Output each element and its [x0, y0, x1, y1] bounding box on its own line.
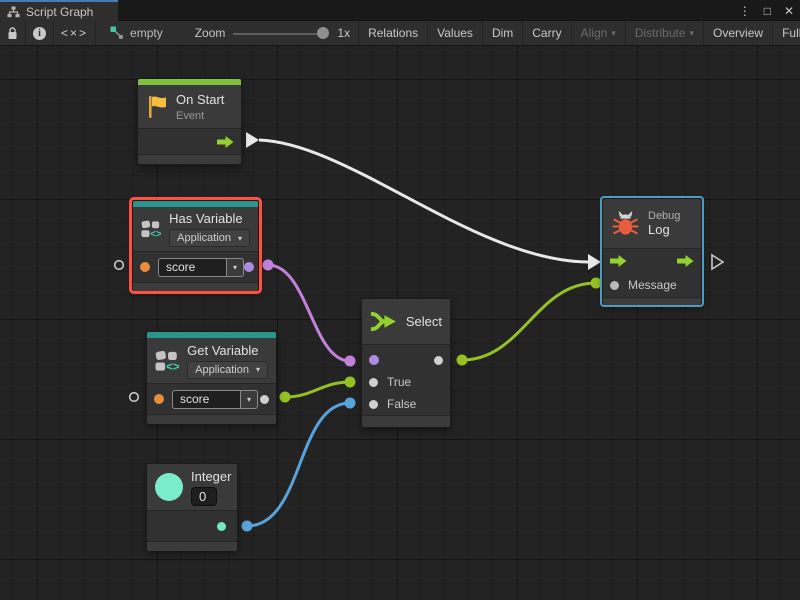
false-port-label: False	[387, 397, 416, 411]
node-on-start[interactable]: On Start Event	[137, 78, 242, 165]
flow-input-port[interactable]	[610, 255, 627, 267]
variable-name-dropdown-button[interactable]: ▾	[226, 258, 244, 277]
flow-output-port[interactable]	[677, 255, 694, 267]
node-title: Has Variable	[169, 211, 250, 226]
tab-script-graph[interactable]: Script Graph	[0, 0, 118, 21]
select-icon	[370, 309, 398, 334]
integer-output-port[interactable]	[217, 522, 226, 531]
selection-status-text: empty	[130, 26, 163, 40]
chevron-down-icon: ▾	[238, 234, 242, 243]
zoom-slider-track	[233, 33, 329, 35]
svg-text:<>: <>	[150, 229, 161, 240]
chevron-down-icon: ▾	[690, 28, 695, 39]
variable-scope-dropdown[interactable]: Application ▾	[169, 229, 250, 247]
node-select[interactable]: Select True False	[361, 298, 451, 427]
bool-output-port[interactable]	[244, 262, 254, 272]
true-input-port[interactable]	[369, 378, 378, 387]
node-footer	[147, 541, 237, 551]
node-integer[interactable]: Integer 0	[146, 463, 238, 550]
node-title: Integer	[191, 469, 231, 484]
false-input-port[interactable]	[369, 400, 378, 409]
values-button[interactable]: Values	[427, 21, 482, 45]
align-dropdown-button[interactable]: Align▾	[571, 21, 625, 45]
dim-button[interactable]: Dim	[482, 21, 522, 45]
graph-inspector-button[interactable]: <×>	[54, 21, 96, 45]
node-has-variable[interactable]: <> Has Variable Application ▾ score ▾	[132, 200, 259, 291]
node-footer	[138, 154, 241, 164]
variable-name-input[interactable]: score	[172, 390, 240, 409]
node-footer	[362, 415, 450, 427]
graph-icon	[7, 6, 20, 18]
info-icon: i	[33, 27, 46, 40]
selection-output-port[interactable]	[434, 356, 443, 365]
integer-type-icon	[155, 473, 183, 501]
flag-icon	[146, 94, 168, 120]
lock-button[interactable]	[0, 21, 26, 45]
bug-icon	[611, 209, 640, 238]
relations-button[interactable]: Relations	[358, 21, 427, 45]
node-title: Select	[406, 314, 442, 329]
chevron-down-icon: ▾	[256, 365, 260, 374]
scope-value: Application	[195, 364, 249, 376]
message-input-port[interactable]	[610, 281, 619, 290]
tab-title: Script Graph	[26, 5, 93, 19]
node-subtitle: Event	[176, 110, 224, 122]
variable-name-dropdown-button[interactable]: ▾	[240, 390, 258, 409]
message-port-label: Message	[628, 278, 677, 292]
value-output-port[interactable]	[260, 395, 269, 404]
lock-icon	[7, 27, 18, 40]
window-menu-button[interactable]: ⋮	[739, 4, 751, 18]
node-get-variable[interactable]: <> Get Variable Application ▾ score ▾	[146, 331, 277, 424]
zoom-slider-handle[interactable]	[317, 27, 329, 39]
variable-scope-dropdown[interactable]: Application ▾	[187, 361, 268, 379]
true-port-label: True	[387, 375, 411, 389]
chevron-down-icon: ▾	[233, 263, 237, 272]
zoom-slider[interactable]	[233, 27, 329, 40]
node-footer	[147, 414, 276, 424]
node-debug-log[interactable]: Debug Log Message	[602, 198, 702, 305]
node-footer	[133, 282, 258, 292]
distribute-dropdown-button[interactable]: Distribute▾	[625, 21, 703, 45]
code-icon: <×>	[61, 26, 88, 40]
node-title: On Start	[176, 92, 224, 107]
chevron-down-icon: ▾	[247, 395, 251, 404]
fullscreen-button[interactable]: Full Screen	[772, 21, 800, 45]
name-input-port[interactable]	[154, 394, 164, 404]
zoom-label: Zoom	[195, 26, 226, 40]
carry-button[interactable]: Carry	[522, 21, 570, 45]
integer-value-input[interactable]: 0	[191, 487, 217, 506]
zoom-value: 1x	[337, 26, 350, 40]
variables-icon: <>	[155, 349, 179, 373]
name-input-port[interactable]	[140, 262, 150, 272]
close-button[interactable]: ✕	[784, 4, 794, 18]
node-category: Debug	[648, 210, 680, 222]
connection-icon	[110, 26, 124, 40]
window-tab-bar: Script Graph ⋮ □ ✕	[0, 0, 800, 21]
variables-icon: <>	[141, 217, 161, 241]
node-footer	[603, 297, 701, 305]
node-title: Log	[648, 222, 680, 237]
maximize-button[interactable]: □	[764, 4, 771, 18]
svg-text:<>: <>	[166, 361, 179, 372]
graph-toolbar: i <×> empty Zoom 1x Relations Values Dim	[0, 21, 800, 46]
selection-status: empty	[96, 21, 173, 45]
chevron-down-icon: ▾	[611, 28, 616, 39]
overview-button[interactable]: Overview	[703, 21, 772, 45]
variable-name-input[interactable]: score	[158, 258, 226, 277]
unity-visual-scripting-window: On Start Event <> Has Variabl	[0, 0, 800, 600]
condition-input-port[interactable]	[369, 355, 379, 365]
scope-value: Application	[177, 232, 231, 244]
node-title: Get Variable	[187, 343, 268, 358]
flow-output-port[interactable]	[217, 136, 234, 148]
info-button[interactable]: i	[26, 21, 54, 45]
